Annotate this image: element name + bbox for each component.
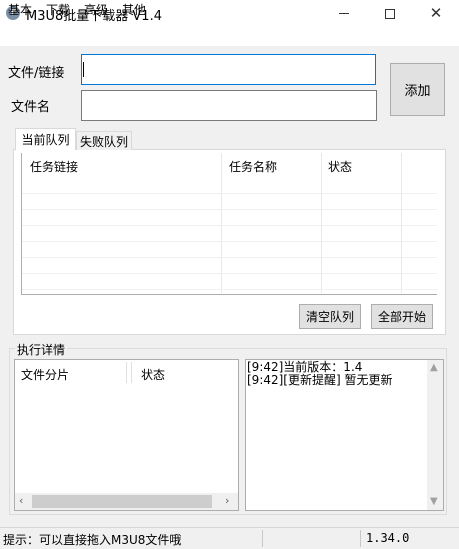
status-version: 1.34.0 <box>366 531 410 545</box>
exec-details-title: 执行详情 <box>15 341 68 358</box>
close-icon: ✕ <box>429 4 443 22</box>
scroll-down-icon[interactable]: ▼ <box>430 496 438 507</box>
menu-download[interactable]: 下载 <box>46 1 70 18</box>
clear-queue-button[interactable]: 清空队列 <box>299 304 361 329</box>
column-header-segment[interactable]: 文件分片 <box>21 366 69 383</box>
status-divider <box>360 530 361 547</box>
text-caret <box>83 62 84 77</box>
tab-failed-queue[interactable]: 失败队列 <box>76 131 132 150</box>
column-header-task-link[interactable]: 任务链接 <box>30 158 78 175</box>
vertical-scrollbar[interactable] <box>427 360 443 510</box>
grid-line <box>22 289 437 290</box>
scroll-up-icon[interactable]: ▲ <box>430 362 438 373</box>
grid-line <box>22 257 437 258</box>
grid-line <box>22 241 437 242</box>
column-divider[interactable] <box>126 362 127 383</box>
file-name-label: 文件名 <box>11 100 51 115</box>
log-line: [9:42][更新提醒] 暂无更新 <box>247 373 393 387</box>
file-link-input[interactable] <box>81 54 376 85</box>
grid-line <box>22 209 437 210</box>
grid-line <box>221 153 222 293</box>
scroll-right-icon[interactable]: › <box>225 494 229 507</box>
maximize-button[interactable] <box>367 0 413 27</box>
add-button[interactable]: 添加 <box>390 63 445 116</box>
grid-line <box>22 273 437 274</box>
minimize-button[interactable] <box>321 0 367 27</box>
column-header-segment-status[interactable]: 状态 <box>141 366 165 383</box>
menu-bar <box>0 27 459 46</box>
scrollbar-thumb[interactable] <box>32 495 212 508</box>
minimize-icon <box>339 13 349 14</box>
column-header-status[interactable]: 状态 <box>328 158 352 175</box>
file-name-input[interactable] <box>81 90 377 121</box>
menu-other[interactable]: 其他 <box>122 1 146 18</box>
menu-basic[interactable]: 基本 <box>8 1 32 18</box>
scroll-left-icon[interactable]: ‹ <box>19 494 23 507</box>
start-all-button[interactable]: 全部开始 <box>371 304 433 329</box>
column-header-task-name[interactable]: 任务名称 <box>229 158 277 175</box>
status-divider <box>262 530 263 547</box>
menu-advanced[interactable]: 高级 <box>84 1 108 18</box>
status-hint: 提示：可以直接拖入M3U8文件哦 <box>3 533 182 547</box>
tab-current-queue[interactable]: 当前队列 <box>15 128 76 150</box>
column-divider[interactable] <box>131 362 132 383</box>
close-button[interactable]: ✕ <box>413 0 459 27</box>
list-border <box>21 294 437 295</box>
maximize-icon <box>385 8 395 19</box>
grid-line <box>321 153 322 293</box>
grid-line <box>22 225 437 226</box>
grid-line <box>22 193 437 194</box>
file-link-label: 文件/链接 <box>8 66 65 81</box>
grid-line <box>401 153 402 293</box>
